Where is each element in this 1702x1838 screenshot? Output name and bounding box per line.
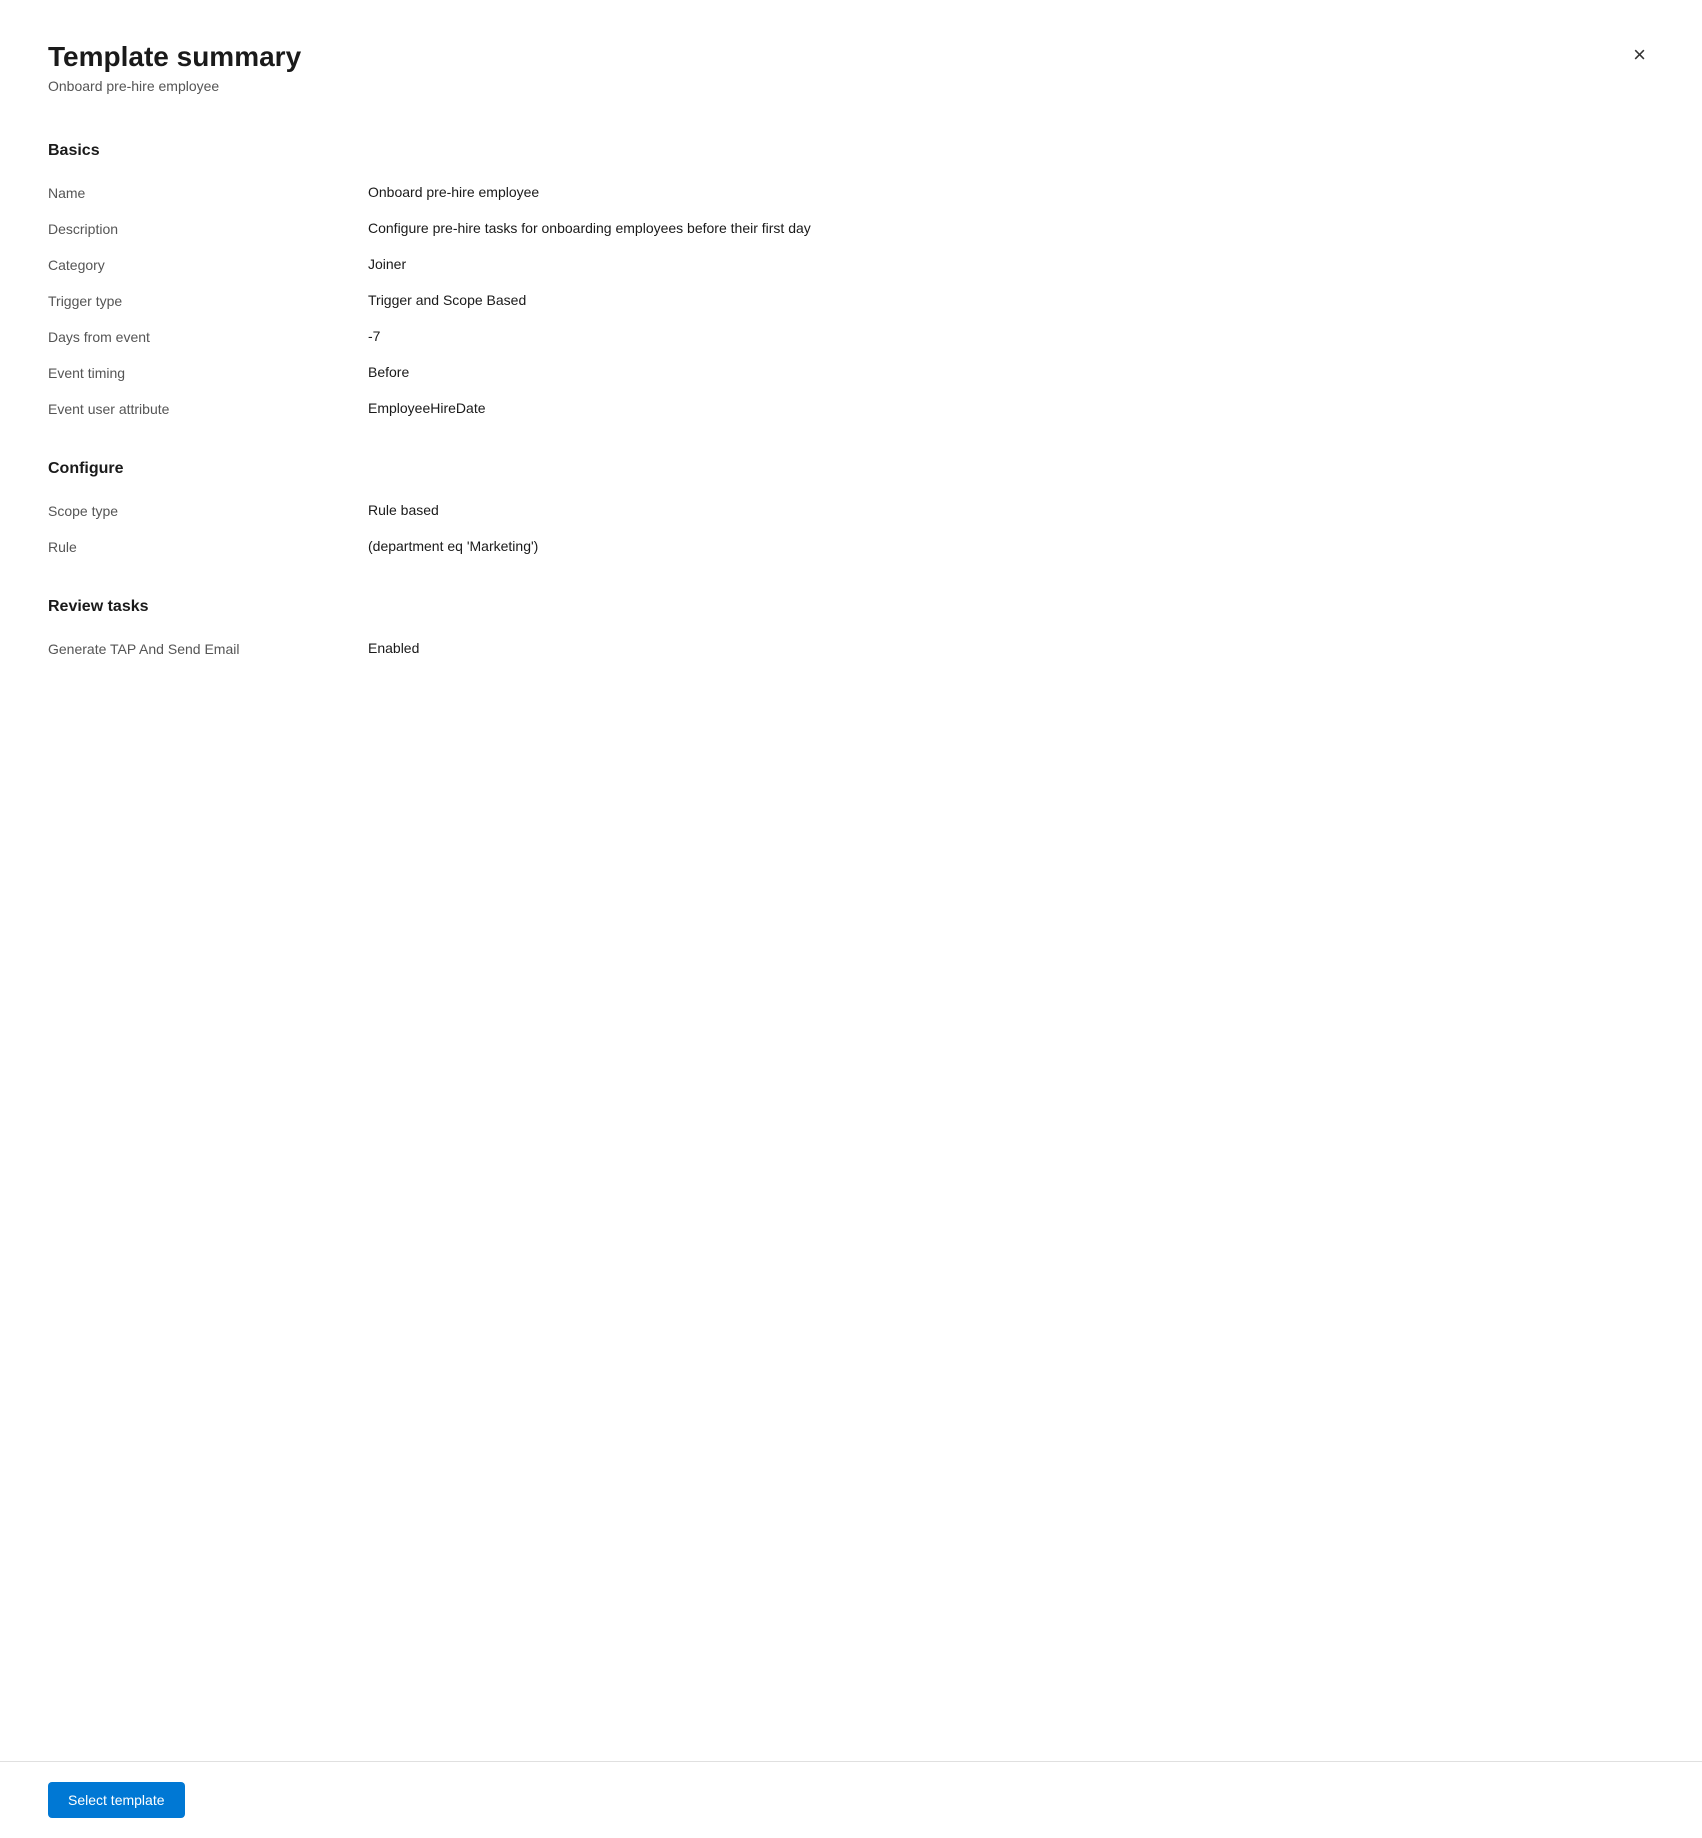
close-button[interactable]: ×: [1625, 40, 1654, 70]
field-value-generate-tap: Enabled: [368, 640, 1654, 656]
configure-section: Configure Scope type Rule based Rule (de…: [48, 460, 1654, 566]
panel-title-block: Template summary Onboard pre-hire employ…: [48, 40, 301, 94]
field-row-rule: Rule (department eq 'Marketing'): [48, 530, 1654, 566]
panel-subtitle: Onboard pre-hire employee: [48, 78, 301, 94]
field-row-scope-type: Scope type Rule based: [48, 494, 1654, 530]
field-label-days-from-event: Days from event: [48, 328, 368, 345]
select-template-button[interactable]: Select template: [48, 1782, 185, 1818]
field-value-description: Configure pre-hire tasks for onboarding …: [368, 220, 1654, 236]
template-summary-panel: Template summary Onboard pre-hire employ…: [0, 0, 1702, 1838]
panel-footer: Select template: [0, 1761, 1702, 1838]
field-label-description: Description: [48, 220, 368, 237]
field-value-category: Joiner: [368, 256, 1654, 272]
field-label-event-user-attribute: Event user attribute: [48, 400, 368, 417]
field-value-event-timing: Before: [368, 364, 1654, 380]
field-row-generate-tap: Generate TAP And Send Email Enabled: [48, 632, 1654, 668]
review-tasks-section-title: Review tasks: [48, 598, 1654, 616]
field-value-scope-type: Rule based: [368, 502, 1654, 518]
field-value-name: Onboard pre-hire employee: [368, 184, 1654, 200]
field-label-trigger-type: Trigger type: [48, 292, 368, 309]
field-value-event-user-attribute: EmployeeHireDate: [368, 400, 1654, 416]
field-label-scope-type: Scope type: [48, 502, 368, 519]
panel-header: Template summary Onboard pre-hire employ…: [48, 40, 1654, 94]
panel-title: Template summary: [48, 40, 301, 74]
field-value-trigger-type: Trigger and Scope Based: [368, 292, 1654, 308]
field-label-category: Category: [48, 256, 368, 273]
close-icon: ×: [1633, 44, 1646, 66]
field-label-generate-tap: Generate TAP And Send Email: [48, 640, 368, 657]
field-label-name: Name: [48, 184, 368, 201]
field-row-event-user-attribute: Event user attribute EmployeeHireDate: [48, 392, 1654, 428]
field-value-rule: (department eq 'Marketing'): [368, 538, 1654, 554]
field-row-event-timing: Event timing Before: [48, 356, 1654, 392]
basics-section-title: Basics: [48, 142, 1654, 160]
field-row-category: Category Joiner: [48, 248, 1654, 284]
field-value-days-from-event: -7: [368, 328, 1654, 344]
field-row-name: Name Onboard pre-hire employee: [48, 176, 1654, 212]
field-label-rule: Rule: [48, 538, 368, 555]
configure-section-title: Configure: [48, 460, 1654, 478]
basics-section: Basics Name Onboard pre-hire employee De…: [48, 142, 1654, 428]
review-tasks-section: Review tasks Generate TAP And Send Email…: [48, 598, 1654, 668]
field-row-description: Description Configure pre-hire tasks for…: [48, 212, 1654, 248]
field-label-event-timing: Event timing: [48, 364, 368, 381]
field-row-trigger-type: Trigger type Trigger and Scope Based: [48, 284, 1654, 320]
field-row-days-from-event: Days from event -7: [48, 320, 1654, 356]
